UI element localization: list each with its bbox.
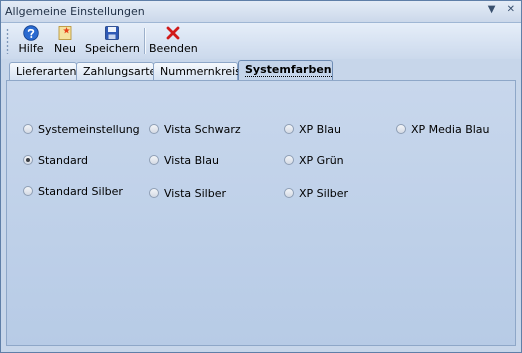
radio-vista-blau[interactable]: Vista Blau [149,154,219,167]
radio-circle[interactable] [23,155,33,165]
radio-circle[interactable] [149,188,159,198]
toolbar: Hilfe Neu Speichern Beenden [1,23,521,59]
new-button[interactable]: Neu [51,25,79,57]
radio-label: XP Blau [299,123,341,136]
radio-label: Standard [38,154,89,167]
settings-window: Allgemeine Einstellungen ▼ ✕ Hilfe Neu S… [0,0,522,353]
radio-circle[interactable] [149,124,159,134]
save-button[interactable]: Speichern [85,25,140,57]
radio-xp-blau[interactable]: XP Blau [284,123,341,136]
save-label: Speichern [85,42,140,55]
radio-xp-media-blau[interactable]: XP Media Blau [396,123,490,136]
tab-zahlungsarten[interactable]: Zahlungsarten [76,62,163,80]
tab-strip: Lieferarten Zahlungsarten Nummernkreise … [1,59,521,81]
new-document-icon [58,26,72,40]
new-label: Neu [54,42,76,55]
radio-circle[interactable] [23,124,33,134]
tab-lieferarten[interactable]: Lieferarten [9,62,77,80]
radio-circle[interactable] [23,186,33,196]
radio-label: Vista Schwarz [164,123,241,136]
title-bar: Allgemeine Einstellungen ▼ ✕ [1,1,521,23]
radio-label: Vista Silber [164,187,226,200]
help-icon [23,25,39,41]
save-disk-icon [105,26,119,40]
title-buttons: ▼ ✕ [480,4,515,15]
systemfarben-panel: Systemeinstellung Standard Standard Silb… [6,80,516,346]
tab-label: Nummernkreise [160,65,248,78]
radio-circle[interactable] [396,124,406,134]
tab-systemfarben[interactable]: Systemfarben [238,60,333,81]
radio-circle[interactable] [284,188,294,198]
radio-label: Vista Blau [164,154,219,167]
radio-label: Standard Silber [38,185,123,198]
toolbar-separator [144,28,145,54]
tab-label: Zahlungsarten [83,65,164,78]
radio-label: XP Media Blau [411,123,490,136]
close-x-icon [166,26,180,40]
radio-vista-schwarz[interactable]: Vista Schwarz [149,123,241,136]
radio-systemeinstellung[interactable]: Systemeinstellung [23,123,140,136]
window-title: Allgemeine Einstellungen [5,5,145,18]
radio-xp-gruen[interactable]: XP Grün [284,154,344,167]
radio-label: XP Grün [299,154,344,167]
radio-label: Systemeinstellung [38,123,140,136]
radio-standard[interactable]: Standard [23,154,88,167]
tab-label: Lieferarten [16,65,77,78]
radio-standard-silber[interactable]: Standard Silber [23,185,123,198]
tab-label: Systemfarben [245,63,332,77]
radio-circle[interactable] [149,155,159,165]
toolbar-grip[interactable] [6,28,9,54]
radio-circle[interactable] [284,124,294,134]
dropdown-icon[interactable]: ▼ [488,4,496,15]
exit-label: Beenden [149,42,198,55]
close-icon[interactable]: ✕ [507,4,515,15]
radio-circle[interactable] [284,155,294,165]
radio-label: XP Silber [299,187,349,200]
help-button[interactable]: Hilfe [15,25,47,57]
tab-nummernkreise[interactable]: Nummernkreise [153,62,248,80]
radio-xp-silber[interactable]: XP Silber [284,187,348,200]
radio-vista-silber[interactable]: Vista Silber [149,187,226,200]
exit-button[interactable]: Beenden [149,25,198,57]
help-label: Hilfe [18,42,44,55]
